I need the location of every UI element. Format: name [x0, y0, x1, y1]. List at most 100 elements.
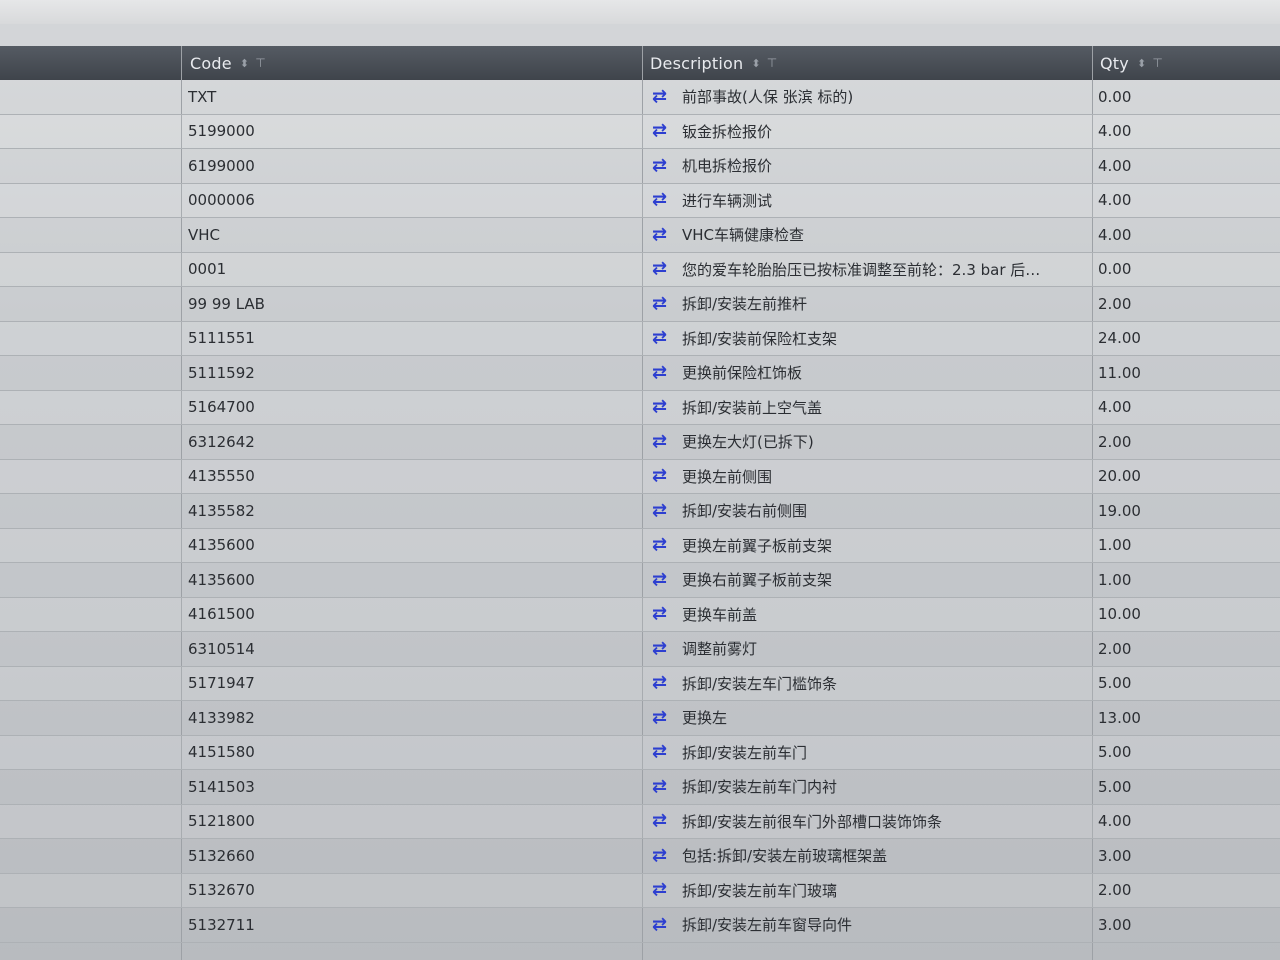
- cell-qty: 1.00: [1098, 570, 1132, 589]
- cell-code: 5132660: [188, 846, 255, 865]
- cell-description-text: 拆卸/安装左前车门玻璃: [682, 881, 838, 900]
- table-row[interactable]: 6312642 ⇄ 更换左大灯(已拆下) 2.00: [0, 425, 1280, 460]
- table-row[interactable]: 5171947 ⇄ 拆卸/安装左车门槛饰条 5.00: [0, 666, 1280, 701]
- table-row[interactable]: 5111551 ⇄ 拆卸/安装前保险杠支架 24.00: [0, 321, 1280, 356]
- cell-code: VHC: [188, 225, 221, 244]
- table-row[interactable]: 5164700 ⇄ 拆卸/安装前上空气盖 4.00: [0, 390, 1280, 425]
- swap-arrows-icon[interactable]: ⇄: [652, 743, 676, 761]
- column-header-description-label: Description: [650, 53, 744, 73]
- table-row[interactable]: 0000006 ⇄ 进行车辆测试 4.00: [0, 183, 1280, 218]
- table-row[interactable]: 4151580 ⇄ 拆卸/安装左前车门 5.00: [0, 735, 1280, 770]
- swap-arrows-icon[interactable]: ⇄: [652, 432, 676, 451]
- table-header: Code ⬍ ⊤ Description ⬍ ⊤ Qty ⬍ ⊤: [0, 46, 1280, 80]
- table-row[interactable]: VHC ⇄ VHC车辆健康检查 4.00: [0, 218, 1280, 253]
- sort-icon[interactable]: ⬍: [240, 57, 249, 70]
- cell-description-text: 拆卸/安装右前侧围: [682, 502, 808, 520]
- swap-arrows-icon[interactable]: ⇄: [652, 915, 676, 934]
- column-header-qty[interactable]: Qty ⬍ ⊤: [1100, 46, 1163, 80]
- swap-arrows-icon[interactable]: ⇄: [652, 536, 676, 554]
- table-row[interactable]: 5199000 ⇄ 钣金拆检报价 4.00: [0, 114, 1280, 149]
- swap-arrows-icon[interactable]: ⇄: [652, 846, 676, 865]
- swap-arrows-icon[interactable]: ⇄: [652, 260, 676, 278]
- cell-description-text: 您的爱车轮胎胎压已按标准调整至前轮：2.3 bar 后…: [682, 260, 1041, 279]
- table-row[interactable]: 5141503 ⇄ 拆卸/安装左前车门内衬 5.00: [0, 770, 1280, 805]
- swap-arrows-icon[interactable]: ⇄: [652, 294, 676, 313]
- cell-description: ⇄ 进行车辆测试: [652, 184, 1072, 217]
- table-row[interactable]: 6310514 ⇄ 调整前雾灯 2.00: [0, 632, 1280, 667]
- swap-arrows-icon[interactable]: ⇄: [652, 191, 676, 209]
- cell-qty: 2.00: [1098, 881, 1132, 899]
- table-row[interactable]: 99 99 LAB ⇄ 拆卸/安装左前推杆 2.00: [0, 287, 1280, 322]
- cell-qty: 1.00: [1098, 536, 1132, 554]
- table-row[interactable]: 0001 ⇄ 您的爱车轮胎胎压已按标准调整至前轮：2.3 bar 后… 0.00: [0, 252, 1280, 287]
- table-row[interactable]: 5132711 ⇄ 拆卸/安装左前车窗导向件 3.00: [0, 908, 1280, 943]
- cell-description: ⇄ 更换左: [652, 701, 1072, 734]
- swap-arrows-icon[interactable]: ⇄: [652, 881, 676, 899]
- cell-code: 4135550: [188, 467, 255, 485]
- cell-description-text: 前部事故(人保 张滨 标的): [682, 88, 854, 106]
- cell-code: 5171947: [188, 674, 255, 692]
- filter-icon[interactable]: ⊤: [255, 56, 266, 70]
- cell-description: ⇄ 机电拆检报价: [652, 149, 1072, 182]
- table-row[interactable]: TXT ⇄ 前部事故(人保 张滨 标的) 0.00: [0, 80, 1280, 115]
- cell-description: ⇄ 前部事故(人保 张滨 标的): [652, 80, 1072, 113]
- cell-description-text: 拆卸/安装前上空气盖: [682, 398, 823, 417]
- cell-qty: 20.00: [1098, 467, 1141, 485]
- cell-code: 5111592: [188, 363, 255, 382]
- column-header-code-label: Code: [190, 53, 232, 73]
- swap-arrows-icon[interactable]: ⇄: [652, 708, 676, 727]
- cell-code: 4135600: [188, 570, 255, 589]
- cell-qty: 5.00: [1098, 674, 1132, 692]
- table-row[interactable]: 4135582 ⇄ 拆卸/安装右前侧围 19.00: [0, 494, 1280, 529]
- table-row[interactable]: 5111592 ⇄ 更换前保险杠饰板 11.00: [0, 356, 1280, 391]
- cell-qty: 4.00: [1098, 225, 1132, 244]
- cell-description-text: 更换前保险杠饰板: [682, 364, 803, 382]
- swap-arrows-icon[interactable]: ⇄: [652, 225, 676, 244]
- table-row[interactable]: 4135600 ⇄ 更换左前翼子板前支架 1.00: [0, 528, 1280, 563]
- swap-arrows-icon[interactable]: ⇄: [652, 329, 676, 347]
- swap-arrows-icon[interactable]: ⇄: [652, 605, 676, 623]
- swap-arrows-icon[interactable]: ⇄: [652, 777, 676, 796]
- cell-code: 5199000: [188, 122, 255, 140]
- table-row[interactable]: 4161500 ⇄ 更换车前盖 10.00: [0, 597, 1280, 632]
- swap-arrows-icon[interactable]: ⇄: [652, 639, 676, 658]
- column-header-qty-label: Qty: [1100, 53, 1129, 73]
- table-row[interactable]: 4133982 ⇄ 更换左 13.00: [0, 701, 1280, 736]
- cell-qty: 0.00: [1098, 260, 1132, 278]
- table-row[interactable]: 4135550 ⇄ 更换左前侧围 20.00: [0, 459, 1280, 494]
- swap-arrows-icon[interactable]: ⇄: [652, 467, 676, 485]
- swap-arrows-icon[interactable]: ⇄: [652, 87, 676, 106]
- column-header-description[interactable]: Description ⬍ ⊤: [650, 46, 777, 80]
- filter-icon[interactable]: ⊤: [1152, 56, 1163, 70]
- sort-icon[interactable]: ⬍: [1137, 57, 1146, 70]
- swap-arrows-icon[interactable]: ⇄: [652, 570, 676, 589]
- table-row[interactable]: 5132660 ⇄ 包括:拆卸/安装左前玻璃框架盖 3.00: [0, 839, 1280, 874]
- swap-arrows-icon[interactable]: ⇄: [652, 122, 676, 140]
- filter-icon[interactable]: ⊤: [767, 56, 778, 70]
- table-row[interactable]: 5121800 ⇄ 拆卸/安装左前很车门外部槽口装饰饰条 4.00: [0, 804, 1280, 839]
- cell-code: 5132670: [188, 881, 255, 899]
- swap-arrows-icon[interactable]: ⇄: [652, 501, 676, 520]
- cell-code: 5111551: [188, 329, 255, 347]
- swap-arrows-icon[interactable]: ⇄: [652, 398, 676, 416]
- table-row[interactable]: 4135600 ⇄ 更换右前翼子板前支架 1.00: [0, 563, 1280, 598]
- cell-code: 4133982: [188, 708, 255, 727]
- swap-arrows-icon[interactable]: ⇄: [652, 674, 676, 692]
- cell-qty: 2.00: [1098, 639, 1132, 658]
- cell-description: ⇄ 更换左大灯(已拆下): [652, 425, 1072, 458]
- cell-description-text: 更换车前盖: [682, 605, 758, 624]
- swap-arrows-icon[interactable]: ⇄: [652, 812, 676, 830]
- cell-code: 0000006: [188, 191, 255, 209]
- table-body: TXT ⇄ 前部事故(人保 张滨 标的) 0.00 5199000 ⇄ 钣金拆检报价 4.00…: [0, 80, 1280, 943]
- table-row[interactable]: 6199000 ⇄ 机电拆检报价 4.00: [0, 149, 1280, 184]
- cell-qty: 4.00: [1098, 122, 1132, 140]
- table-row[interactable]: 5132670 ⇄ 拆卸/安装左前车门玻璃 2.00: [0, 873, 1280, 908]
- sort-icon[interactable]: ⬍: [751, 57, 760, 70]
- swap-arrows-icon[interactable]: ⇄: [652, 156, 676, 175]
- cell-description: ⇄ 您的爱车轮胎胎压已按标准调整至前轮：2.3 bar 后…: [652, 253, 1072, 286]
- cell-qty: 2.00: [1098, 294, 1132, 313]
- cell-code: 4135582: [188, 501, 255, 520]
- cell-qty: 19.00: [1098, 501, 1141, 520]
- column-header-code[interactable]: Code ⬍ ⊤: [190, 46, 266, 80]
- swap-arrows-icon[interactable]: ⇄: [652, 363, 676, 382]
